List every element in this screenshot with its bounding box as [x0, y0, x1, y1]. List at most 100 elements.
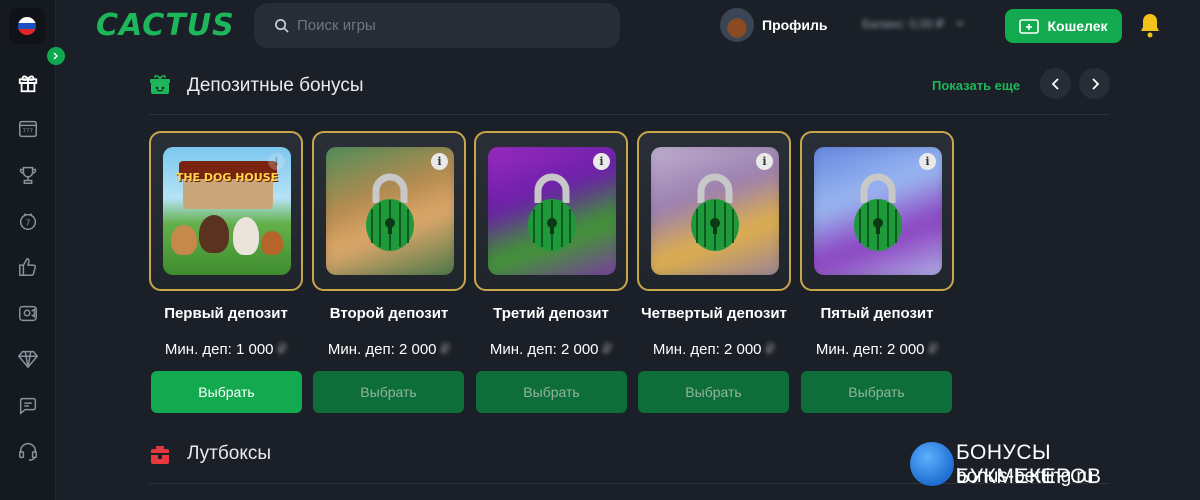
- svg-text:777: 777: [23, 129, 34, 135]
- locked-game-image: i: [814, 147, 942, 275]
- currency-sign: ₽: [928, 341, 939, 358]
- sidebar: 777 7: [0, 0, 56, 500]
- min-deposit-value: Мин. деп: 2 000: [489, 341, 599, 358]
- sidebar-item-lottery[interactable]: 7: [0, 198, 56, 244]
- app-root: 777 7 CACTUS Поиск игры Профиль Баланс: …: [0, 0, 1200, 500]
- info-icon[interactable]: i: [756, 153, 773, 170]
- svg-text:7: 7: [25, 218, 30, 228]
- sidebar-expand-button[interactable]: [47, 47, 65, 65]
- min-deposit-text: Мин. деп: 2 000 ₽: [312, 340, 466, 358]
- card-title: Третий депозит: [493, 305, 609, 322]
- show-more-link[interactable]: Показать еще: [932, 78, 1020, 93]
- next-button[interactable]: [1079, 68, 1110, 99]
- select-bonus-2-button[interactable]: Выбрать: [313, 371, 464, 413]
- cactus-lock-icon: [854, 173, 902, 251]
- sidebar-item-chat[interactable]: [0, 382, 56, 428]
- currency-sign: ₽: [602, 341, 613, 358]
- info-icon[interactable]: i: [431, 153, 448, 170]
- cactus-lock-icon: [691, 173, 739, 251]
- bonus-card-1[interactable]: THE DOG HOUSE i: [149, 131, 303, 291]
- sidebar-item-tournaments[interactable]: [0, 152, 56, 198]
- cactus-lock-icon: [528, 173, 576, 251]
- deposit-bonuses-header: Депозитные бонусы Показать еще: [149, 67, 1110, 115]
- bonus-card-2[interactable]: i: [312, 131, 466, 291]
- select-bonus-3-button[interactable]: Выбрать: [476, 371, 627, 413]
- cactus-lock-icon: [366, 173, 414, 251]
- bonus-card-5[interactable]: i: [800, 131, 954, 291]
- profile-label: Профиль: [762, 17, 828, 33]
- locked-game-image: i: [488, 147, 616, 275]
- diamond-icon: [17, 350, 39, 369]
- wallet-label: Кошелек: [1047, 18, 1108, 34]
- game-logo-text: THE DOG HOUSE: [175, 171, 279, 184]
- balance-text: Баланс: 0,00 ₽: [862, 17, 944, 31]
- sidebar-item-gifts[interactable]: [0, 60, 56, 106]
- sidebar-item-slots[interactable]: 777: [0, 106, 56, 152]
- dog-house-game-image: THE DOG HOUSE i: [163, 147, 291, 275]
- bonus-card-3[interactable]: i: [474, 131, 628, 291]
- soccer-ball-icon: [910, 442, 954, 486]
- sidebar-item-favorites[interactable]: [0, 244, 56, 290]
- min-deposit-text: Мин. деп: 2 000 ₽: [800, 340, 954, 358]
- info-icon[interactable]: i: [593, 153, 610, 170]
- prev-button[interactable]: [1040, 68, 1071, 99]
- chevron-down-icon: [956, 21, 964, 27]
- min-deposit-text: Мин. деп: 2 000 ₽: [474, 340, 628, 358]
- slot-machine-icon: 777: [19, 120, 37, 138]
- sidebar-item-vip[interactable]: [0, 336, 56, 382]
- select-bonus-1-button[interactable]: Выбрать: [151, 371, 302, 413]
- info-icon[interactable]: i: [919, 153, 936, 170]
- section-title: Депозитные бонусы: [187, 75, 364, 96]
- min-deposit-value: Мин. деп: 2 000: [815, 341, 925, 358]
- gift-icon: [18, 75, 38, 93]
- support-headset-icon: [19, 443, 37, 461]
- thumbs-up-icon: [19, 258, 37, 276]
- chat-icon: [19, 397, 37, 415]
- profile-button[interactable]: Профиль: [720, 8, 828, 42]
- top-header: CACTUS Профиль Баланс: 0,00 ₽ Кошелек: [56, 0, 1200, 52]
- chevron-right-icon: [1091, 77, 1099, 90]
- min-deposit-value: Мин. деп: 2 000: [652, 341, 762, 358]
- language-flag-button[interactable]: [9, 8, 45, 44]
- info-icon[interactable]: i: [268, 153, 285, 170]
- wallet-button[interactable]: Кошелек: [1005, 9, 1122, 43]
- sidebar-item-support[interactable]: [0, 428, 56, 474]
- search-input[interactable]: [297, 17, 597, 34]
- search-icon: [275, 19, 289, 33]
- search-box[interactable]: [254, 3, 620, 48]
- sidebar-item-live[interactable]: [0, 290, 56, 336]
- min-deposit-value: Мин. деп: 2 000: [327, 341, 437, 358]
- min-deposit-text: Мин. деп: 2 000 ₽: [637, 340, 791, 358]
- currency-sign: ₽: [765, 341, 776, 358]
- card-title: Четвертый депозит: [641, 305, 787, 322]
- lootbox-icon: [151, 446, 169, 464]
- sidebar-nav: 777 7: [0, 60, 56, 474]
- bell-icon[interactable]: [1138, 12, 1162, 38]
- locked-game-image: i: [326, 147, 454, 275]
- cactus-logo[interactable]: CACTUS: [96, 8, 235, 43]
- russia-flag-icon: [18, 17, 36, 35]
- min-deposit-text: Мин. деп: 1 000 ₽: [149, 340, 303, 358]
- live-camera-icon: [19, 305, 37, 322]
- watermark: БОНУСЫ БУКМЕКЕРОВ bonus-betting.ru: [908, 440, 1200, 500]
- card-title: Второй депозит: [329, 305, 449, 322]
- bonus-card-4[interactable]: i: [637, 131, 791, 291]
- balance-dropdown[interactable]: Баланс: 0,00 ₽: [862, 17, 964, 31]
- lottery-ball-icon: 7: [19, 213, 37, 230]
- currency-sign: ₽: [277, 341, 288, 358]
- trophy-icon: [19, 166, 37, 184]
- chevron-left-icon: [1051, 77, 1059, 90]
- card-title: Пятый депозит: [820, 305, 934, 322]
- gift-box-icon: [150, 75, 170, 94]
- select-bonus-5-button[interactable]: Выбрать: [801, 371, 952, 413]
- min-deposit-value: Мин. деп: 1 000: [164, 341, 274, 358]
- select-bonus-4-button[interactable]: Выбрать: [638, 371, 789, 413]
- currency-sign: ₽: [440, 341, 451, 358]
- chevron-right-icon: [53, 52, 59, 60]
- card-title: Первый депозит: [164, 305, 288, 322]
- watermark-url: bonus-betting.ru: [956, 466, 1094, 487]
- avatar: [720, 8, 754, 42]
- locked-game-image: i: [651, 147, 779, 275]
- section-title: Лутбоксы: [187, 443, 272, 464]
- wallet-plus-icon: [1019, 19, 1040, 34]
